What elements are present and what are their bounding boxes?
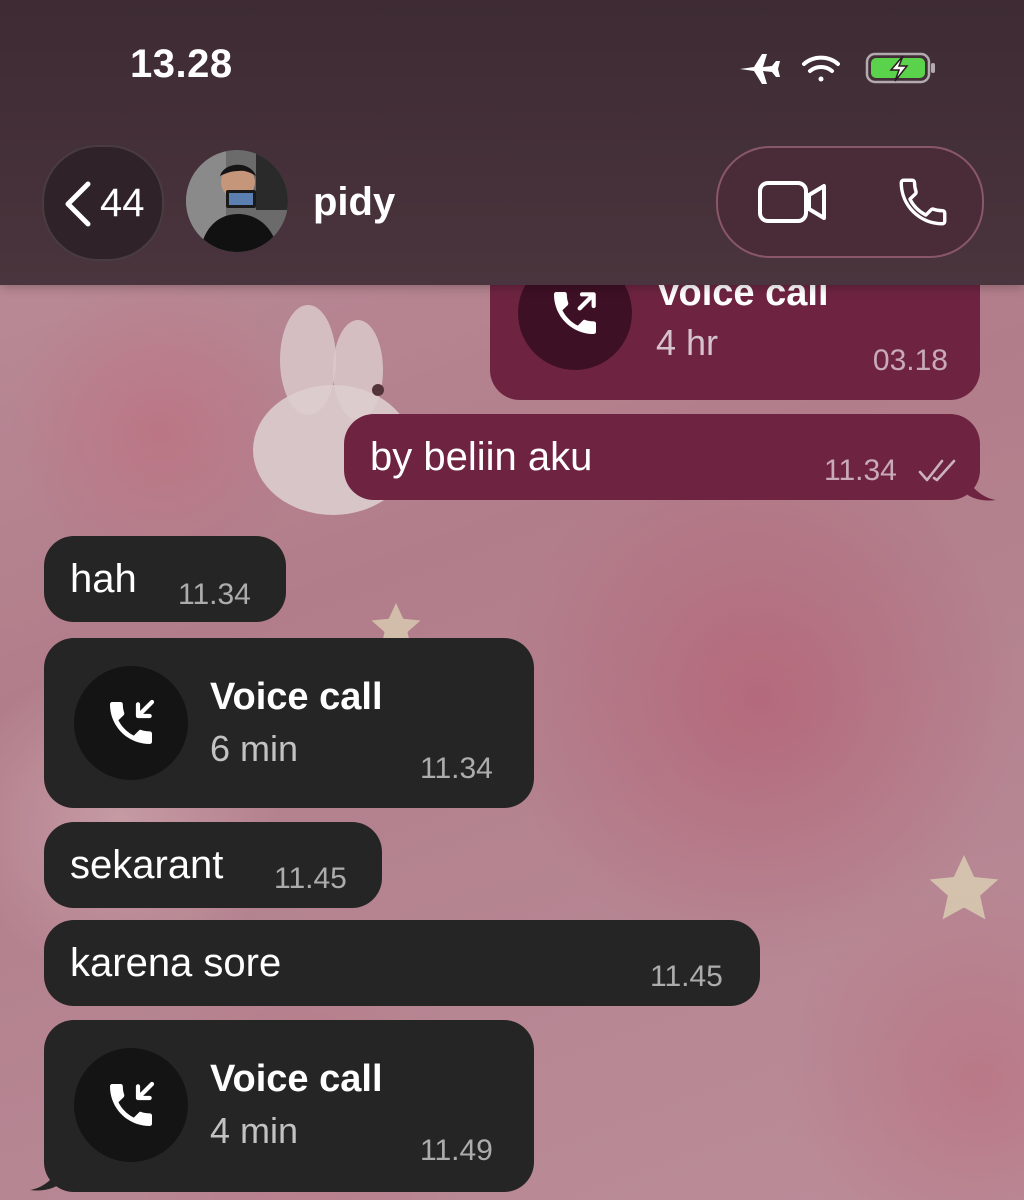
outgoing-call-icon (554, 292, 596, 334)
message-time: 11.34 (824, 454, 897, 487)
message-time: 03.18 (872, 344, 948, 377)
call-icon-circle (74, 666, 188, 780)
airplane-icon (740, 54, 780, 84)
outgoing-message-bubble[interactable]: by beliin aku 11.34 (344, 414, 996, 501)
bubble-tail (30, 1160, 62, 1191)
back-button[interactable]: 44 (42, 145, 164, 261)
incoming-call-bubble[interactable]: Voice call 4 min 11.49 (30, 1020, 534, 1192)
chevron-left-icon (65, 181, 91, 227)
message-time: 11.45 (650, 960, 723, 993)
call-duration: 4 hr (656, 322, 719, 363)
incoming-message-bubble[interactable]: karena sore 11.45 (44, 920, 760, 1006)
call-title: Voice call (210, 1058, 383, 1100)
phone-call-icon (899, 178, 947, 226)
message-time: 11.34 (178, 578, 251, 611)
message-time: 11.49 (420, 1134, 493, 1167)
battery-charging-icon (865, 52, 935, 84)
incoming-call-icon (110, 1081, 155, 1126)
chat-header: 13.28 44 pidy (0, 0, 1024, 285)
message-time: 11.34 (420, 752, 493, 785)
wifi-icon (802, 55, 840, 82)
video-call-icon (758, 181, 826, 223)
message-time: 11.45 (274, 862, 347, 895)
message-text: sekarant (70, 843, 224, 887)
voice-call-button[interactable] (858, 148, 988, 256)
call-duration: 6 min (210, 728, 299, 769)
call-duration: 4 min (210, 1110, 299, 1151)
avatar-photo (186, 150, 288, 252)
incoming-message-bubble[interactable]: hah 11.34 (44, 536, 286, 622)
bubble-tail (964, 470, 996, 501)
video-call-button[interactable] (728, 148, 858, 256)
message-text: karena sore (70, 941, 282, 985)
incoming-call-bubble[interactable]: Voice call 6 min 11.34 (44, 638, 534, 808)
incoming-call-icon (110, 699, 155, 744)
status-time: 13.28 (130, 42, 233, 86)
call-actions (716, 146, 984, 258)
message-text: by beliin aku (370, 435, 593, 479)
incoming-message-bubble[interactable]: sekarant 11.45 (44, 822, 382, 908)
contact-avatar[interactable] (186, 150, 288, 252)
message-text: hah (70, 557, 137, 601)
call-icon-circle (74, 1048, 188, 1162)
contact-name[interactable]: pidy (313, 180, 395, 225)
unread-count: 44 (100, 181, 145, 225)
status-icons (740, 52, 935, 84)
call-title: Voice call (210, 676, 383, 718)
double-check-icon (918, 459, 956, 482)
